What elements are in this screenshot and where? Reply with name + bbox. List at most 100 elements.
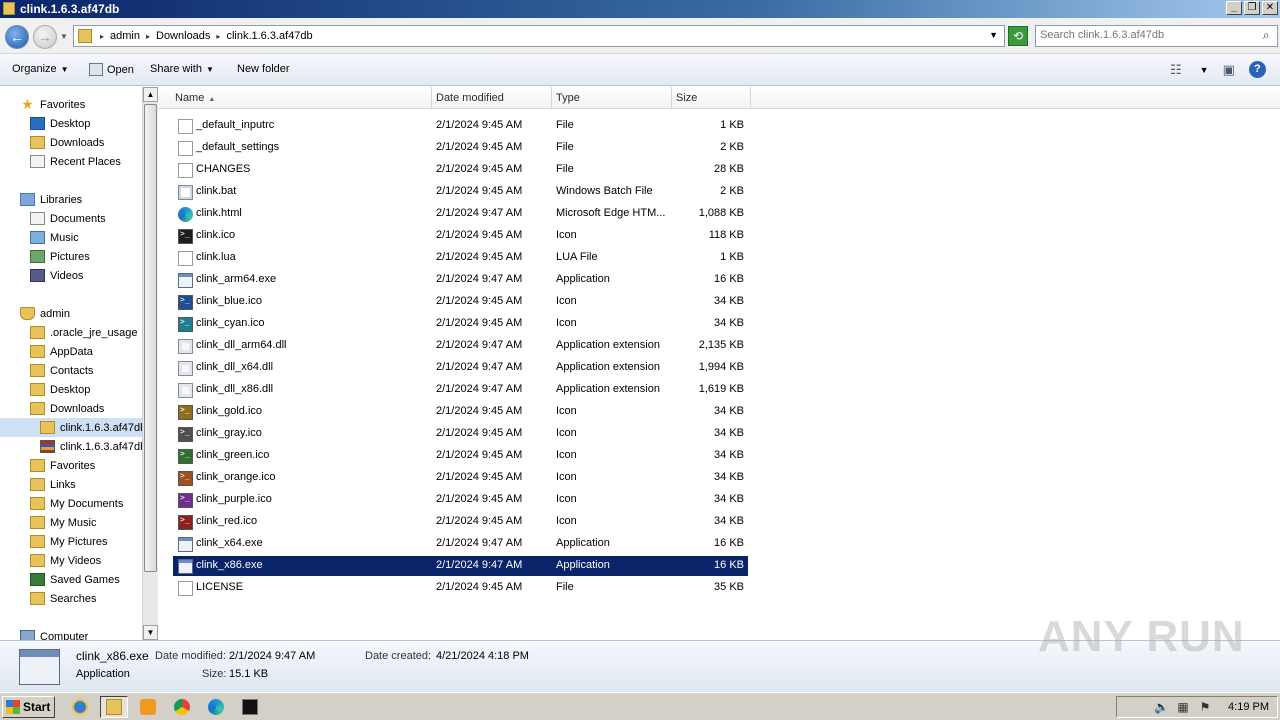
taskbar-chrome[interactable] (168, 696, 196, 718)
taskbar-explorer[interactable] (100, 696, 128, 718)
file-row[interactable]: clink_dll_x86.dll 2/1/2024 9:47 AM Applica… (173, 380, 748, 400)
nav-item-documents[interactable]: Documents (30, 209, 106, 228)
edge-html-icon (178, 207, 193, 222)
breadcrumb-current[interactable]: clink.1.6.3.af47db (226, 30, 312, 42)
scroll-thumb[interactable] (144, 104, 157, 572)
clock[interactable]: 4:19 PM (1228, 701, 1269, 713)
nav-item-clink-folder[interactable]: clink.1.6.3.af47db (0, 418, 146, 437)
file-row[interactable]: clink_dll_x64.dll 2/1/2024 9:47 AM Applica… (173, 358, 748, 378)
scroll-down-icon[interactable]: ▼ (143, 625, 158, 640)
restore-button[interactable]: ❐ (1244, 1, 1260, 15)
column-header-type[interactable]: Type (552, 87, 672, 109)
nav-item-pictures[interactable]: Pictures (30, 247, 90, 266)
file-row[interactable]: clink_orange.ico 2/1/2024 9:45 AM Icon 34 K… (173, 468, 748, 488)
change-view-icon[interactable]: ☷ (1170, 62, 1182, 78)
refresh-button[interactable]: ⟲ (1008, 26, 1028, 46)
forward-button[interactable]: → (33, 25, 57, 49)
start-button[interactable]: Start (2, 696, 55, 718)
flag-icon[interactable]: ⚑ (1198, 700, 1212, 714)
file-date-modified: 2/1/2024 9:47 AM (436, 383, 523, 395)
address-dropdown-icon[interactable]: ▼ (989, 30, 998, 40)
nav-item-my-videos[interactable]: My Videos (30, 551, 101, 570)
nav-scrollbar[interactable]: ▲ ▼ (142, 87, 158, 640)
file-row[interactable]: clink_x86.exe 2/1/2024 9:47 AM Application… (173, 556, 748, 576)
taskbar-internet-explorer[interactable] (66, 696, 94, 718)
edge-icon (208, 699, 224, 715)
nav-item-videos[interactable]: Videos (30, 266, 83, 285)
file-row[interactable]: clink_red.ico 2/1/2024 9:45 AM Icon 34 KB (173, 512, 748, 532)
column-header-size[interactable]: Size (672, 87, 751, 109)
file-row[interactable]: clink_cyan.ico 2/1/2024 9:45 AM Icon 34 KB (173, 314, 748, 334)
file-row[interactable]: LICENSE 2/1/2024 9:45 AM File 35 KB (173, 578, 748, 598)
file-row[interactable]: clink_gold.ico 2/1/2024 9:45 AM Icon 34 KB (173, 402, 748, 422)
file-row[interactable]: clink.bat 2/1/2024 9:45 AM Windows Batch F… (173, 182, 748, 202)
nav-item-clink-archive[interactable]: clink.1.6.3.af47db (40, 437, 146, 456)
file-row[interactable]: clink_x64.exe 2/1/2024 9:47 AM Application… (173, 534, 748, 554)
file-row[interactable]: clink_green.ico 2/1/2024 9:45 AM Icon 34 KB (173, 446, 748, 466)
search-box[interactable]: ⌕ (1035, 25, 1278, 47)
breadcrumb-separator-icon[interactable]: ▸ (100, 32, 104, 41)
breadcrumb-downloads[interactable]: Downloads (156, 30, 210, 42)
nav-item-links[interactable]: Links (30, 475, 76, 494)
nav-item-favorites-folder[interactable]: Favorites (30, 456, 95, 475)
nav-item-desktop[interactable]: Desktop (30, 114, 90, 133)
nav-item-computer[interactable]: Computer (20, 627, 88, 640)
taskbar-cmd[interactable] (236, 696, 264, 718)
taskbar-edge[interactable] (202, 696, 230, 718)
preview-pane-icon[interactable]: ▣ (1223, 62, 1235, 78)
nav-item-my-music[interactable]: My Music (30, 513, 96, 532)
back-button[interactable]: ← (5, 25, 29, 49)
chevron-down-icon[interactable]: ▼ (1200, 65, 1209, 75)
nav-item-searches[interactable]: Searches (30, 589, 96, 608)
search-input[interactable] (1040, 29, 1250, 41)
nav-item-downloads-folder[interactable]: Downloads (30, 399, 104, 418)
column-header-date[interactable]: Date modified (432, 87, 552, 109)
scroll-up-icon[interactable]: ▲ (143, 87, 158, 102)
file-row[interactable]: clink.html 2/1/2024 9:47 AM Microsoft Edge… (173, 204, 748, 224)
file-row[interactable]: clink_blue.ico 2/1/2024 9:45 AM Icon 34 KB (173, 292, 748, 312)
file-row[interactable]: clink_dll_arm64.dll 2/1/2024 9:47 AM Appli… (173, 336, 748, 356)
network-icon[interactable]: ▦ (1176, 700, 1190, 714)
nav-item-favorites[interactable]: ★ Favorites (20, 95, 85, 114)
nav-item-music[interactable]: Music (30, 228, 79, 247)
help-icon[interactable]: ? (1248, 61, 1266, 78)
folder-icon (30, 136, 45, 149)
close-button[interactable]: ✕ (1262, 1, 1278, 15)
file-row[interactable]: clink.lua 2/1/2024 9:45 AM LUA File 1 KB (173, 248, 748, 268)
file-row[interactable]: clink.ico 2/1/2024 9:45 AM Icon 118 KB (173, 226, 748, 246)
file-row[interactable]: _default_inputrc 2/1/2024 9:45 AM File 1 KB (173, 116, 748, 136)
nav-item-downloads[interactable]: Downloads (30, 133, 104, 152)
nav-item-admin[interactable]: admin (20, 304, 70, 323)
new-folder-button[interactable]: New folder (237, 63, 290, 75)
recent-pages-dropdown[interactable]: ▼ (60, 32, 68, 41)
sort-ascending-icon: ▲ (208, 96, 216, 103)
nav-item-recent-places[interactable]: Recent Places (30, 152, 121, 171)
file-row[interactable]: clink_purple.ico 2/1/2024 9:45 AM Icon 34 K… (173, 490, 748, 510)
file-row[interactable]: clink_gray.ico 2/1/2024 9:45 AM Icon 34 KB (173, 424, 748, 444)
nav-item-saved-games[interactable]: Saved Games (30, 570, 120, 589)
file-row[interactable]: clink_arm64.exe 2/1/2024 9:47 AM Applicati… (173, 270, 748, 290)
file-name: clink.html (196, 207, 242, 219)
nav-item-my-documents[interactable]: My Documents (30, 494, 123, 513)
nav-item-my-pictures[interactable]: My Pictures (30, 532, 107, 551)
search-icon[interactable]: ⌕ (1257, 28, 1275, 44)
volume-icon[interactable]: 🔈 (1154, 700, 1169, 714)
address-bar[interactable]: ▸ admin ▸ Downloads ▸ clink.1.6.3.af47db… (73, 25, 1005, 47)
file-row[interactable]: CHANGES 2/1/2024 9:45 AM File 28 KB (173, 160, 748, 180)
nav-item-libraries[interactable]: Libraries (20, 190, 82, 209)
nav-item-appdata[interactable]: AppData (30, 342, 93, 361)
file-row[interactable]: _default_settings 2/1/2024 9:45 AM File 2 K… (173, 138, 748, 158)
breadcrumb-separator-icon[interactable]: ▸ (146, 32, 150, 41)
share-with-button[interactable]: Share with ▼ (150, 63, 214, 75)
minimize-button[interactable]: _ (1226, 1, 1242, 15)
file-name: clink_cyan.ico (196, 317, 265, 329)
breadcrumb-separator-icon[interactable]: ▸ (216, 32, 220, 41)
nav-item-desktop-folder[interactable]: Desktop (30, 380, 90, 399)
nav-item-contacts[interactable]: Contacts (30, 361, 93, 380)
breadcrumb-admin[interactable]: admin (110, 30, 140, 42)
taskbar-media-player[interactable] (134, 696, 162, 718)
open-button[interactable]: Open (89, 63, 134, 76)
column-header-name[interactable]: Name ▲ (159, 87, 432, 109)
nav-item-oracle-jre-usage[interactable]: .oracle_jre_usage (30, 323, 137, 342)
organize-button[interactable]: Organize ▼ (12, 63, 69, 75)
